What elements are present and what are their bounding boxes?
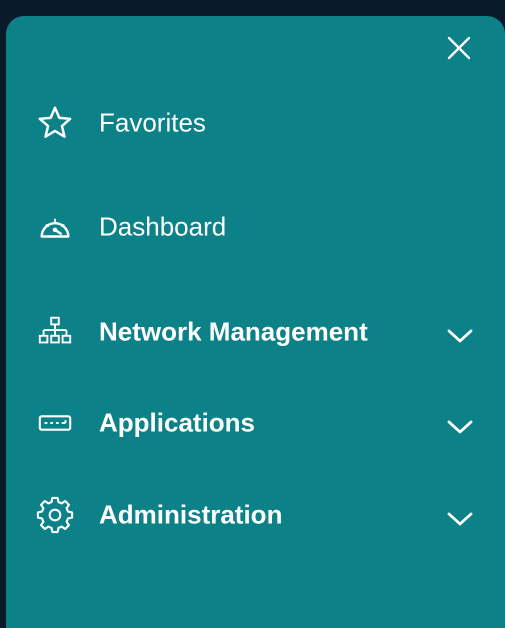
menu-item-label: Favorites: [99, 107, 206, 138]
keyboard-icon: [36, 404, 74, 442]
menu-item-label: Administration: [99, 499, 283, 530]
menu-item-administration[interactable]: Administration: [6, 486, 505, 544]
menu-item-network-management[interactable]: Network Management: [6, 303, 505, 361]
menu-item-dashboard[interactable]: Dashboard: [6, 198, 505, 256]
chevron-down-icon[interactable]: [445, 509, 475, 529]
star-icon: [36, 104, 74, 142]
menu-item-label: Applications: [99, 407, 256, 438]
menu-item-label: Network Management: [99, 316, 368, 347]
close-button[interactable]: [443, 32, 475, 64]
chevron-down-icon[interactable]: [445, 417, 475, 437]
gear-icon: [36, 496, 74, 534]
menu-item-applications[interactable]: Applications: [6, 394, 505, 452]
menu-item-favorites[interactable]: Favorites: [6, 94, 505, 152]
menu-item-label: Dashboard: [99, 211, 227, 242]
speedometer-icon: [36, 208, 74, 246]
network-tree-icon: [36, 313, 74, 351]
side-navigation-panel: Favorites Dashboard Network Management A…: [6, 16, 505, 628]
close-icon: [447, 36, 471, 60]
chevron-down-icon[interactable]: [445, 326, 475, 346]
